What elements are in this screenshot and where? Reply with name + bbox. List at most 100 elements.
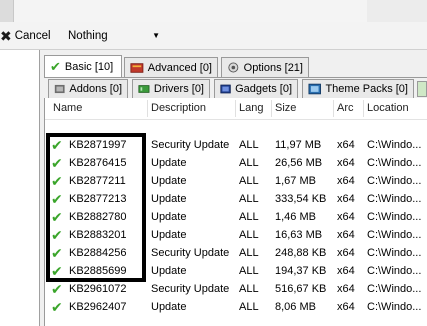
cell-location: C:\Windo... <box>367 301 422 313</box>
column-divider[interactable] <box>363 100 364 117</box>
column-divider[interactable] <box>271 100 272 117</box>
cell-arc: x64 <box>337 193 355 205</box>
cell-description: Update <box>151 193 187 205</box>
tab-gadgets-label: Gadgets [0] <box>235 83 292 95</box>
tab-options[interactable]: Options [21] <box>221 57 309 77</box>
options-icon <box>228 62 239 73</box>
column-divider[interactable] <box>333 100 334 117</box>
column-header-size[interactable]: Size <box>275 102 296 114</box>
column-header-arc[interactable]: Arc <box>337 102 354 114</box>
cell-description: Security Update <box>151 139 230 151</box>
tab-overflow-indicator[interactable] <box>417 81 427 97</box>
cell-description: Update <box>151 301 187 313</box>
cell-arc: x64 <box>337 175 355 187</box>
close-icon: ✖ <box>0 27 12 44</box>
checkmark-icon[interactable]: ✔ <box>51 173 63 190</box>
cell-arc: x64 <box>337 157 355 169</box>
cell-location: C:\Windo... <box>367 175 422 187</box>
tab-addons[interactable]: Addons [0] <box>48 79 128 98</box>
cell-lang: ALL <box>239 211 259 223</box>
updates-list[interactable]: Name Description Lang Size Arc Location … <box>44 98 427 326</box>
column-header-location[interactable]: Location <box>367 102 409 114</box>
column-divider[interactable] <box>235 100 236 117</box>
checkmark-icon[interactable]: ✔ <box>51 263 63 280</box>
cell-location: C:\Windo... <box>367 247 422 259</box>
tab-theme-packs[interactable]: Theme Packs [0] <box>302 79 414 98</box>
tab-advanced-label: Advanced [0] <box>147 61 212 74</box>
cell-description: Update <box>151 211 187 223</box>
dropdown-value: Nothing <box>68 30 108 42</box>
cell-description: Security Update <box>151 247 230 259</box>
checkmark-icon[interactable]: ✔ <box>51 155 63 172</box>
column-divider[interactable] <box>147 100 148 117</box>
chevron-down-icon: ▼ <box>152 31 160 40</box>
table-row[interactable]: ✔ KB2884256 Security Update ALL 248,88 K… <box>45 245 427 263</box>
tab-advanced[interactable]: Advanced [0] <box>124 57 218 77</box>
checkmark-icon[interactable]: ✔ <box>51 281 63 298</box>
addons-icon <box>54 84 65 94</box>
table-row[interactable]: ✔ KB2962407 Update ALL 8,06 MB x64 C:\Wi… <box>45 299 427 317</box>
cell-location: C:\Windo... <box>367 157 422 169</box>
cell-name: KB2877211 <box>69 175 126 187</box>
tab-row1-baseline <box>44 77 427 78</box>
cell-lang: ALL <box>239 301 259 313</box>
checkmark-icon[interactable]: ✔ <box>51 227 63 244</box>
left-tree-pane[interactable] <box>0 50 40 326</box>
cell-lang: ALL <box>239 229 259 241</box>
checkmark-icon[interactable]: ✔ <box>51 245 63 262</box>
cell-size: 1,67 MB <box>275 175 316 187</box>
cell-lang: ALL <box>239 175 259 187</box>
cell-description: Update <box>151 175 187 187</box>
toolbar: ✖ Cancel Nothing ▼ <box>0 22 427 50</box>
cell-lang: ALL <box>239 283 259 295</box>
table-row[interactable]: ✔ KB2883201 Update ALL 16,63 MB x64 C:\W… <box>45 227 427 245</box>
cell-lang: ALL <box>239 193 259 205</box>
cell-lang: ALL <box>239 265 259 277</box>
cell-name: KB2961072 <box>69 283 127 295</box>
cell-name: KB2882780 <box>69 211 127 223</box>
cell-description: Update <box>151 229 187 241</box>
table-row[interactable]: ✔ KB2877211 Update ALL 1,67 MB x64 C:\Wi… <box>45 173 427 191</box>
action-dropdown[interactable]: Nothing ▼ <box>62 26 172 46</box>
warning-icon <box>130 62 144 73</box>
table-row[interactable]: ✔ KB2885699 Update ALL 194,37 KB x64 C:\… <box>45 263 427 281</box>
cell-location: C:\Windo... <box>367 265 422 277</box>
cell-location: C:\Windo... <box>367 283 422 295</box>
table-row[interactable]: ✔ KB2871997 Security Update ALL 11,97 MB… <box>45 137 427 155</box>
cell-arc: x64 <box>337 301 355 313</box>
column-header-name[interactable]: Name <box>53 102 82 114</box>
cell-name: KB2962407 <box>69 301 127 313</box>
column-header-description[interactable]: Description <box>151 102 206 114</box>
tab-basic-label: Basic [10] <box>64 60 114 73</box>
cell-description: Security Update <box>151 283 230 295</box>
table-row[interactable]: ✔ KB2882780 Update ALL 1,46 MB x64 C:\Wi… <box>45 209 427 227</box>
cell-size: 248,88 KB <box>275 247 327 259</box>
cell-lang: ALL <box>239 139 259 151</box>
cell-arc: x64 <box>337 211 355 223</box>
cell-lang: ALL <box>239 247 259 259</box>
column-header-lang[interactable]: Lang <box>239 102 263 114</box>
checkmark-icon[interactable]: ✔ <box>51 191 63 208</box>
cell-name: KB2885699 <box>69 265 127 277</box>
cancel-label: Cancel <box>14 30 51 42</box>
cell-size: 8,06 MB <box>275 301 316 313</box>
checkmark-icon: ✔ <box>50 58 61 74</box>
checkmark-icon[interactable]: ✔ <box>51 137 63 154</box>
cell-name: KB2883201 <box>69 229 127 241</box>
gadgets-icon <box>220 84 231 94</box>
tab-basic[interactable]: ✔ Basic [10] <box>44 55 122 77</box>
table-row[interactable]: ✔ KB2877213 Update ALL 333,54 KB x64 C:\… <box>45 191 427 209</box>
cell-name: KB2871997 <box>69 139 127 151</box>
table-row[interactable]: ✔ KB2876415 Update ALL 26,56 MB x64 C:\W… <box>45 155 427 173</box>
tab-drivers[interactable]: Drivers [0] <box>132 79 210 98</box>
cell-size: 194,37 KB <box>275 265 327 277</box>
cancel-button[interactable]: ✖ Cancel <box>0 27 51 45</box>
checkmark-icon[interactable]: ✔ <box>51 209 63 226</box>
table-row[interactable]: ✔ KB2961072 Security Update ALL 516,67 K… <box>45 281 427 299</box>
tab-gadgets[interactable]: Gadgets [0] <box>214 79 298 98</box>
cell-name: KB2877213 <box>69 193 127 205</box>
tab-drivers-label: Drivers [0] <box>153 83 204 95</box>
checkmark-icon[interactable]: ✔ <box>51 299 63 316</box>
cell-description: Update <box>151 265 187 277</box>
theme-packs-icon <box>308 83 321 95</box>
